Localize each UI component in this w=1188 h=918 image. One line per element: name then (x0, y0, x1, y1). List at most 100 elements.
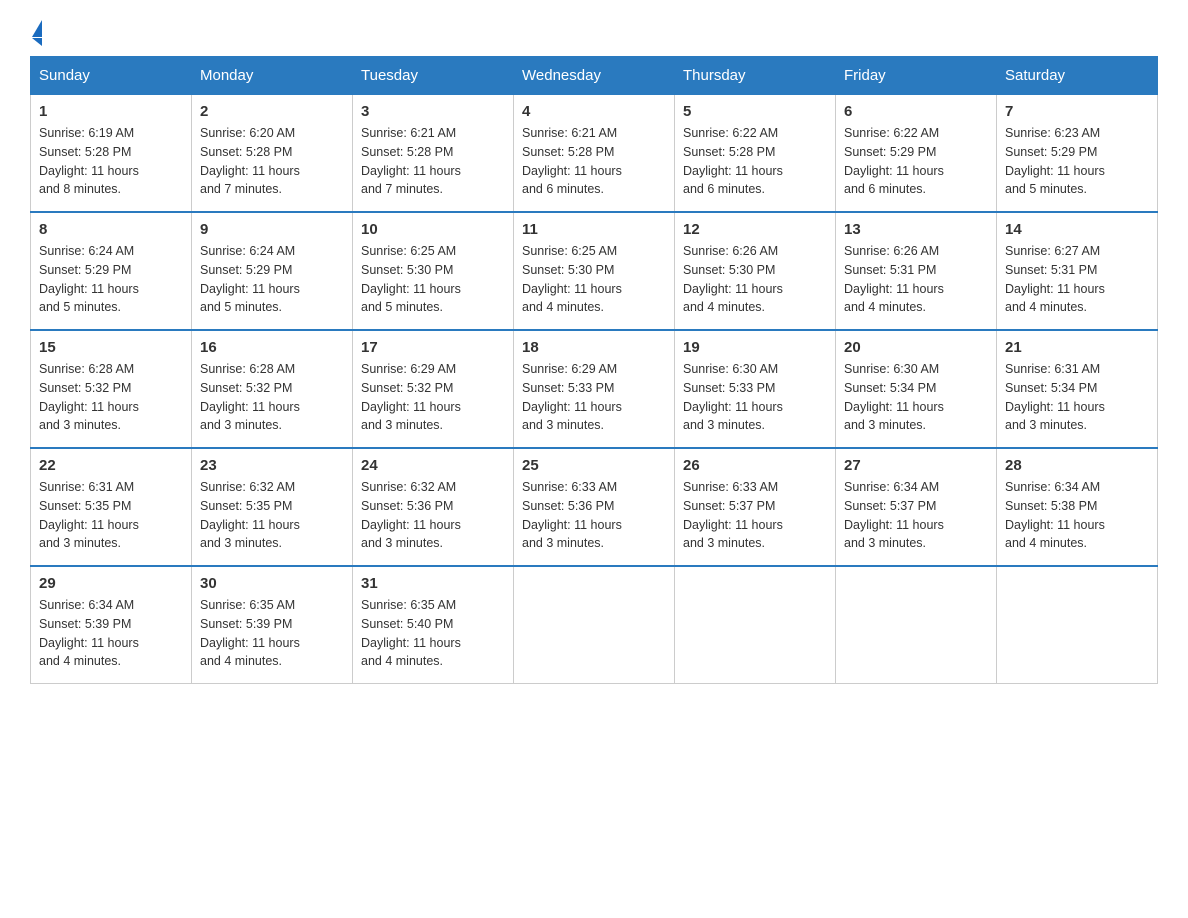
calendar-week-row: 1Sunrise: 6:19 AMSunset: 5:28 PMDaylight… (31, 95, 1158, 213)
day-number: 25 (522, 457, 666, 474)
day-info: Sunrise: 6:34 AMSunset: 5:37 PMDaylight:… (844, 478, 988, 553)
day-info: Sunrise: 6:29 AMSunset: 5:33 PMDaylight:… (522, 360, 666, 435)
day-info: Sunrise: 6:25 AMSunset: 5:30 PMDaylight:… (361, 242, 505, 317)
calendar-cell: 13 Sunrise: 6:26 AMSunset: 5:31 PMDayligh… (836, 212, 997, 330)
day-number: 30 (200, 575, 344, 592)
calendar-cell: 14Sunrise: 6:27 AMSunset: 5:31 PMDayligh… (997, 212, 1158, 330)
calendar-week-row: 22 Sunrise: 6:31 AMSunset: 5:35 PMDayligh… (31, 448, 1158, 566)
header-wednesday: Wednesday (514, 57, 675, 95)
calendar-cell: 31 Sunrise: 6:35 AMSunset: 5:40 PMDayligh… (353, 566, 514, 684)
day-info: Sunrise: 6:32 AMSunset: 5:36 PMDaylight:… (361, 478, 505, 553)
logo (30, 20, 42, 46)
day-number: 14 (1005, 221, 1149, 238)
calendar-cell: 15 Sunrise: 6:28 AMSunset: 5:32 PMDayligh… (31, 330, 192, 448)
day-number: 23 (200, 457, 344, 474)
header-saturday: Saturday (997, 57, 1158, 95)
day-number: 26 (683, 457, 827, 474)
day-number: 19 (683, 339, 827, 356)
day-info: Sunrise: 6:30 AMSunset: 5:33 PMDaylight:… (683, 360, 827, 435)
header-friday: Friday (836, 57, 997, 95)
day-number: 13 (844, 221, 988, 238)
day-info: Sunrise: 6:31 AMSunset: 5:34 PMDaylight:… (1005, 360, 1149, 435)
day-info: Sunrise: 6:21 AMSunset: 5:28 PMDaylight:… (522, 124, 666, 199)
calendar-week-row: 29 Sunrise: 6:34 AMSunset: 5:39 PMDayligh… (31, 566, 1158, 684)
calendar-cell: 8 Sunrise: 6:24 AMSunset: 5:29 PMDaylight… (31, 212, 192, 330)
day-info: Sunrise: 6:35 AMSunset: 5:40 PMDaylight:… (361, 596, 505, 671)
header-monday: Monday (192, 57, 353, 95)
day-number: 17 (361, 339, 505, 356)
day-info: Sunrise: 6:33 AMSunset: 5:36 PMDaylight:… (522, 478, 666, 553)
day-info: Sunrise: 6:21 AMSunset: 5:28 PMDaylight:… (361, 124, 505, 199)
day-info: Sunrise: 6:30 AMSunset: 5:34 PMDaylight:… (844, 360, 988, 435)
day-number: 11 (522, 221, 666, 238)
day-info: Sunrise: 6:24 AMSunset: 5:29 PMDaylight:… (39, 242, 183, 317)
day-number: 31 (361, 575, 505, 592)
day-number: 24 (361, 457, 505, 474)
calendar-cell: 1Sunrise: 6:19 AMSunset: 5:28 PMDaylight… (31, 95, 192, 213)
day-info: Sunrise: 6:33 AMSunset: 5:37 PMDaylight:… (683, 478, 827, 553)
day-info: Sunrise: 6:26 AMSunset: 5:30 PMDaylight:… (683, 242, 827, 317)
calendar-cell: 4 Sunrise: 6:21 AMSunset: 5:28 PMDaylight… (514, 95, 675, 213)
day-info: Sunrise: 6:34 AMSunset: 5:39 PMDaylight:… (39, 596, 183, 671)
calendar-cell: 27 Sunrise: 6:34 AMSunset: 5:37 PMDayligh… (836, 448, 997, 566)
day-info: Sunrise: 6:31 AMSunset: 5:35 PMDaylight:… (39, 478, 183, 553)
day-number: 15 (39, 339, 183, 356)
calendar-cell: 25 Sunrise: 6:33 AMSunset: 5:36 PMDayligh… (514, 448, 675, 566)
calendar-cell: 16 Sunrise: 6:28 AMSunset: 5:32 PMDayligh… (192, 330, 353, 448)
day-number: 21 (1005, 339, 1149, 356)
header-thursday: Thursday (675, 57, 836, 95)
day-number: 6 (844, 103, 988, 120)
calendar-cell: 6Sunrise: 6:22 AMSunset: 5:29 PMDaylight… (836, 95, 997, 213)
day-number: 10 (361, 221, 505, 238)
day-number: 18 (522, 339, 666, 356)
day-number: 16 (200, 339, 344, 356)
calendar-table: SundayMondayTuesdayWednesdayThursdayFrid… (30, 56, 1158, 684)
day-number: 3 (361, 103, 505, 120)
calendar-cell: 21 Sunrise: 6:31 AMSunset: 5:34 PMDayligh… (997, 330, 1158, 448)
calendar-cell: 22 Sunrise: 6:31 AMSunset: 5:35 PMDayligh… (31, 448, 192, 566)
day-number: 29 (39, 575, 183, 592)
calendar-cell: 20 Sunrise: 6:30 AMSunset: 5:34 PMDayligh… (836, 330, 997, 448)
calendar-cell: 2 Sunrise: 6:20 AMSunset: 5:28 PMDaylight… (192, 95, 353, 213)
day-info: Sunrise: 6:32 AMSunset: 5:35 PMDaylight:… (200, 478, 344, 553)
day-number: 22 (39, 457, 183, 474)
calendar-cell (997, 566, 1158, 684)
calendar-cell (836, 566, 997, 684)
day-info: Sunrise: 6:20 AMSunset: 5:28 PMDaylight:… (200, 124, 344, 199)
calendar-cell: 12Sunrise: 6:26 AMSunset: 5:30 PMDayligh… (675, 212, 836, 330)
calendar-cell: 3 Sunrise: 6:21 AMSunset: 5:28 PMDaylight… (353, 95, 514, 213)
day-number: 27 (844, 457, 988, 474)
calendar-cell: 26 Sunrise: 6:33 AMSunset: 5:37 PMDayligh… (675, 448, 836, 566)
day-info: Sunrise: 6:19 AMSunset: 5:28 PMDaylight:… (39, 124, 183, 199)
header-tuesday: Tuesday (353, 57, 514, 95)
day-number: 20 (844, 339, 988, 356)
calendar-cell: 17Sunrise: 6:29 AMSunset: 5:32 PMDayligh… (353, 330, 514, 448)
calendar-cell: 28Sunrise: 6:34 AMSunset: 5:38 PMDayligh… (997, 448, 1158, 566)
day-number: 2 (200, 103, 344, 120)
calendar-cell: 5 Sunrise: 6:22 AMSunset: 5:28 PMDaylight… (675, 95, 836, 213)
calendar-cell: 23 Sunrise: 6:32 AMSunset: 5:35 PMDayligh… (192, 448, 353, 566)
day-info: Sunrise: 6:28 AMSunset: 5:32 PMDaylight:… (200, 360, 344, 435)
page-header (30, 20, 1158, 46)
calendar-cell: 11Sunrise: 6:25 AMSunset: 5:30 PMDayligh… (514, 212, 675, 330)
calendar-cell: 18 Sunrise: 6:29 AMSunset: 5:33 PMDayligh… (514, 330, 675, 448)
calendar-cell: 29 Sunrise: 6:34 AMSunset: 5:39 PMDayligh… (31, 566, 192, 684)
day-number: 28 (1005, 457, 1149, 474)
day-info: Sunrise: 6:26 AMSunset: 5:31 PMDaylight:… (844, 242, 988, 317)
day-info: Sunrise: 6:35 AMSunset: 5:39 PMDaylight:… (200, 596, 344, 671)
day-number: 8 (39, 221, 183, 238)
day-number: 4 (522, 103, 666, 120)
day-number: 5 (683, 103, 827, 120)
calendar-cell (675, 566, 836, 684)
calendar-cell: 7Sunrise: 6:23 AMSunset: 5:29 PMDaylight… (997, 95, 1158, 213)
day-number: 9 (200, 221, 344, 238)
day-info: Sunrise: 6:28 AMSunset: 5:32 PMDaylight:… (39, 360, 183, 435)
calendar-week-row: 8 Sunrise: 6:24 AMSunset: 5:29 PMDaylight… (31, 212, 1158, 330)
calendar-cell (514, 566, 675, 684)
calendar-cell: 24 Sunrise: 6:32 AMSunset: 5:36 PMDayligh… (353, 448, 514, 566)
day-number: 7 (1005, 103, 1149, 120)
header-sunday: Sunday (31, 57, 192, 95)
calendar-cell: 30 Sunrise: 6:35 AMSunset: 5:39 PMDayligh… (192, 566, 353, 684)
calendar-header-row: SundayMondayTuesdayWednesdayThursdayFrid… (31, 57, 1158, 95)
day-info: Sunrise: 6:22 AMSunset: 5:28 PMDaylight:… (683, 124, 827, 199)
